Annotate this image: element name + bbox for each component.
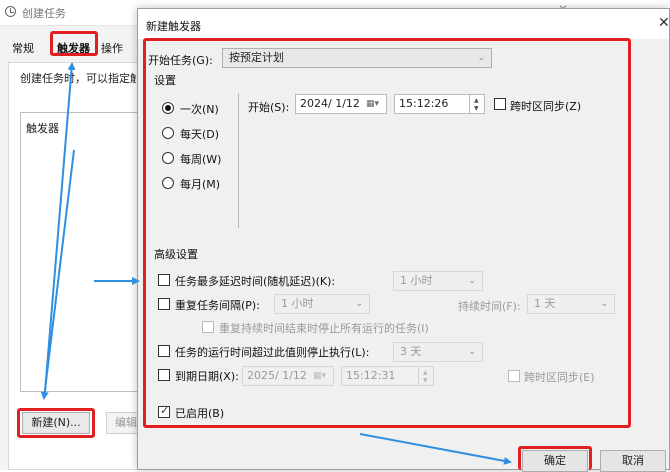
arrow-to-new-button	[40, 149, 75, 400]
annotation-arrows	[40, 62, 512, 465]
arrow-to-ok-button	[359, 433, 512, 465]
arrow-to-triggers-tab	[44, 62, 76, 393]
